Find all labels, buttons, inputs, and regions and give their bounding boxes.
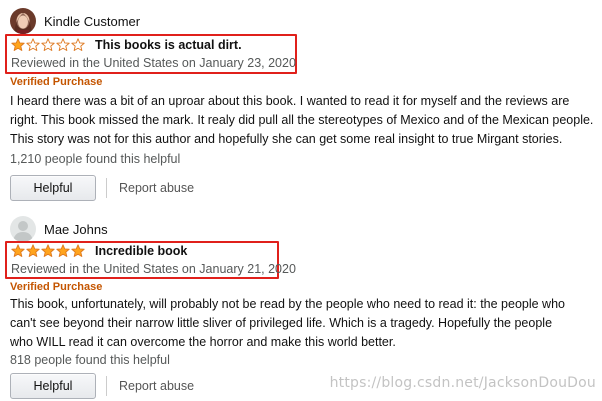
star-filled-icon — [71, 244, 85, 257]
review-body: I heard there was a bit of an uproar abo… — [10, 94, 594, 146]
star-empty-icon — [41, 38, 55, 51]
review-date: Reviewed in the United States on January… — [11, 262, 296, 276]
report-abuse-link[interactable]: Report abuse — [119, 379, 194, 393]
review-date: Reviewed in the United States on January… — [11, 56, 296, 70]
default-user-avatar — [10, 216, 36, 242]
action-divider — [106, 178, 107, 198]
review-title-row: This books is actual dirt. — [11, 38, 242, 52]
reviewer-name: Mae Johns — [44, 221, 108, 237]
review-actions: Helpful Report abuse — [10, 175, 194, 201]
star-rating[interactable] — [11, 38, 86, 52]
star-empty-icon — [26, 38, 40, 51]
review-body: This book, unfortunately, will probably … — [10, 297, 565, 349]
star-empty-icon — [71, 38, 85, 51]
action-divider — [106, 376, 107, 396]
report-abuse-link[interactable]: Report abuse — [119, 181, 194, 195]
star-filled-icon — [26, 244, 40, 257]
verified-purchase-badge: Verified Purchase — [10, 281, 103, 293]
star-filled-icon — [11, 38, 25, 51]
star-filled-icon — [11, 244, 25, 257]
helpful-count: 818 people found this helpful — [10, 353, 170, 367]
review-actions: Helpful Report abuse — [10, 373, 194, 399]
reviewer-profile[interactable]: Mae Johns — [10, 216, 108, 242]
star-rating[interactable] — [11, 244, 86, 258]
reviewer-profile[interactable]: Kindle Customer — [10, 8, 140, 34]
helpful-button[interactable]: Helpful — [10, 175, 96, 201]
review-title-row: Incredible book — [11, 244, 187, 258]
reviewer-name: Kindle Customer — [44, 13, 141, 29]
reviews-page: Kindle Customer This books is actual dir… — [0, 0, 602, 401]
star-empty-icon — [56, 38, 70, 51]
verified-purchase-badge: Verified Purchase — [10, 76, 103, 88]
helpful-button[interactable]: Helpful — [10, 373, 96, 399]
helpful-count: 1,210 people found this helpful — [10, 152, 181, 166]
user-photo-avatar — [10, 8, 36, 34]
star-filled-icon — [41, 244, 55, 257]
star-filled-icon — [56, 244, 70, 257]
review-title[interactable]: Incredible book — [95, 244, 187, 258]
watermark: https://blog.csdn.net/JacksonDouDou — [329, 375, 596, 391]
review-title[interactable]: This books is actual dirt. — [95, 38, 242, 52]
